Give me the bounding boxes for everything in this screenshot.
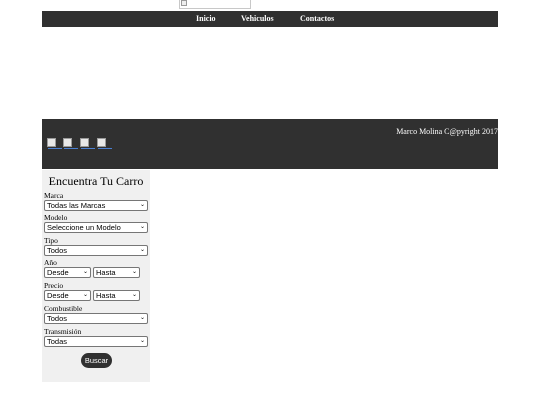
social-icon-2[interactable] (63, 138, 78, 149)
modelo-select-value: Seleccione un Modelo (47, 223, 121, 232)
transmision-label: Transmisión (44, 327, 82, 336)
car-search-panel: Encuentra Tu Carro Marca Todas las Marca… (42, 170, 150, 382)
tipo-select-value: Todos (47, 246, 68, 255)
social-icon-1[interactable] (47, 138, 62, 149)
social-icon-4[interactable] (97, 138, 112, 149)
anio-desde-value: Desde (47, 268, 69, 277)
chevron-down-icon: ⌄ (139, 247, 145, 253)
transmision-select-value: Todas (47, 337, 68, 346)
chevron-down-icon: ⌄ (131, 292, 137, 298)
chevron-down-icon: ⌄ (139, 202, 145, 208)
chevron-down-icon: ⌄ (82, 269, 88, 275)
nav-contactos-link[interactable]: Contactos (300, 11, 334, 27)
marca-select-value: Todas las Marcas (47, 201, 106, 210)
precio-desde-select[interactable]: Desde ⌄ (44, 290, 91, 301)
chevron-down-icon: ⌄ (139, 224, 145, 230)
precio-label: Precio (44, 281, 64, 290)
nav-inicio-link[interactable]: Inicio (196, 11, 216, 27)
chevron-down-icon: ⌄ (139, 338, 145, 344)
combustible-label: Combustible (44, 304, 83, 313)
marca-select[interactable]: Todas las Marcas ⌄ (44, 200, 148, 211)
tipo-select[interactable]: Todos ⌄ (44, 245, 148, 256)
tipo-label: Tipo (44, 236, 58, 245)
social-icon-3[interactable] (80, 138, 95, 149)
precio-desde-value: Desde (47, 291, 69, 300)
precio-hasta-value: Hasta (96, 291, 116, 300)
anio-label: Año (44, 258, 57, 267)
transmision-select[interactable]: Todas ⌄ (44, 336, 148, 347)
combustible-select[interactable]: Todos ⌄ (44, 313, 148, 324)
chevron-down-icon: ⌄ (131, 269, 137, 275)
copyright-text: Marco Molina C@pyright 2017 (396, 127, 498, 136)
logo-image (179, 0, 251, 9)
chevron-down-icon: ⌄ (139, 315, 145, 321)
anio-hasta-select[interactable]: Hasta ⌄ (93, 267, 140, 278)
main-navbar: Inicio Vehiculos Contactos (42, 11, 498, 27)
anio-hasta-value: Hasta (96, 268, 116, 277)
modelo-select[interactable]: Seleccione un Modelo ⌄ (44, 222, 148, 233)
modelo-label: Modelo (44, 213, 68, 222)
footer: Marco Molina C@pyright 2017 (42, 119, 498, 169)
marca-label: Marca (44, 191, 64, 200)
anio-desde-select[interactable]: Desde ⌄ (44, 267, 91, 278)
combustible-select-value: Todos (47, 314, 68, 323)
search-button[interactable]: Buscar (81, 353, 112, 368)
nav-vehiculos-link[interactable]: Vehiculos (241, 11, 274, 27)
panel-title: Encuentra Tu Carro (48, 174, 144, 188)
chevron-down-icon: ⌄ (82, 292, 88, 298)
precio-hasta-select[interactable]: Hasta ⌄ (93, 290, 140, 301)
